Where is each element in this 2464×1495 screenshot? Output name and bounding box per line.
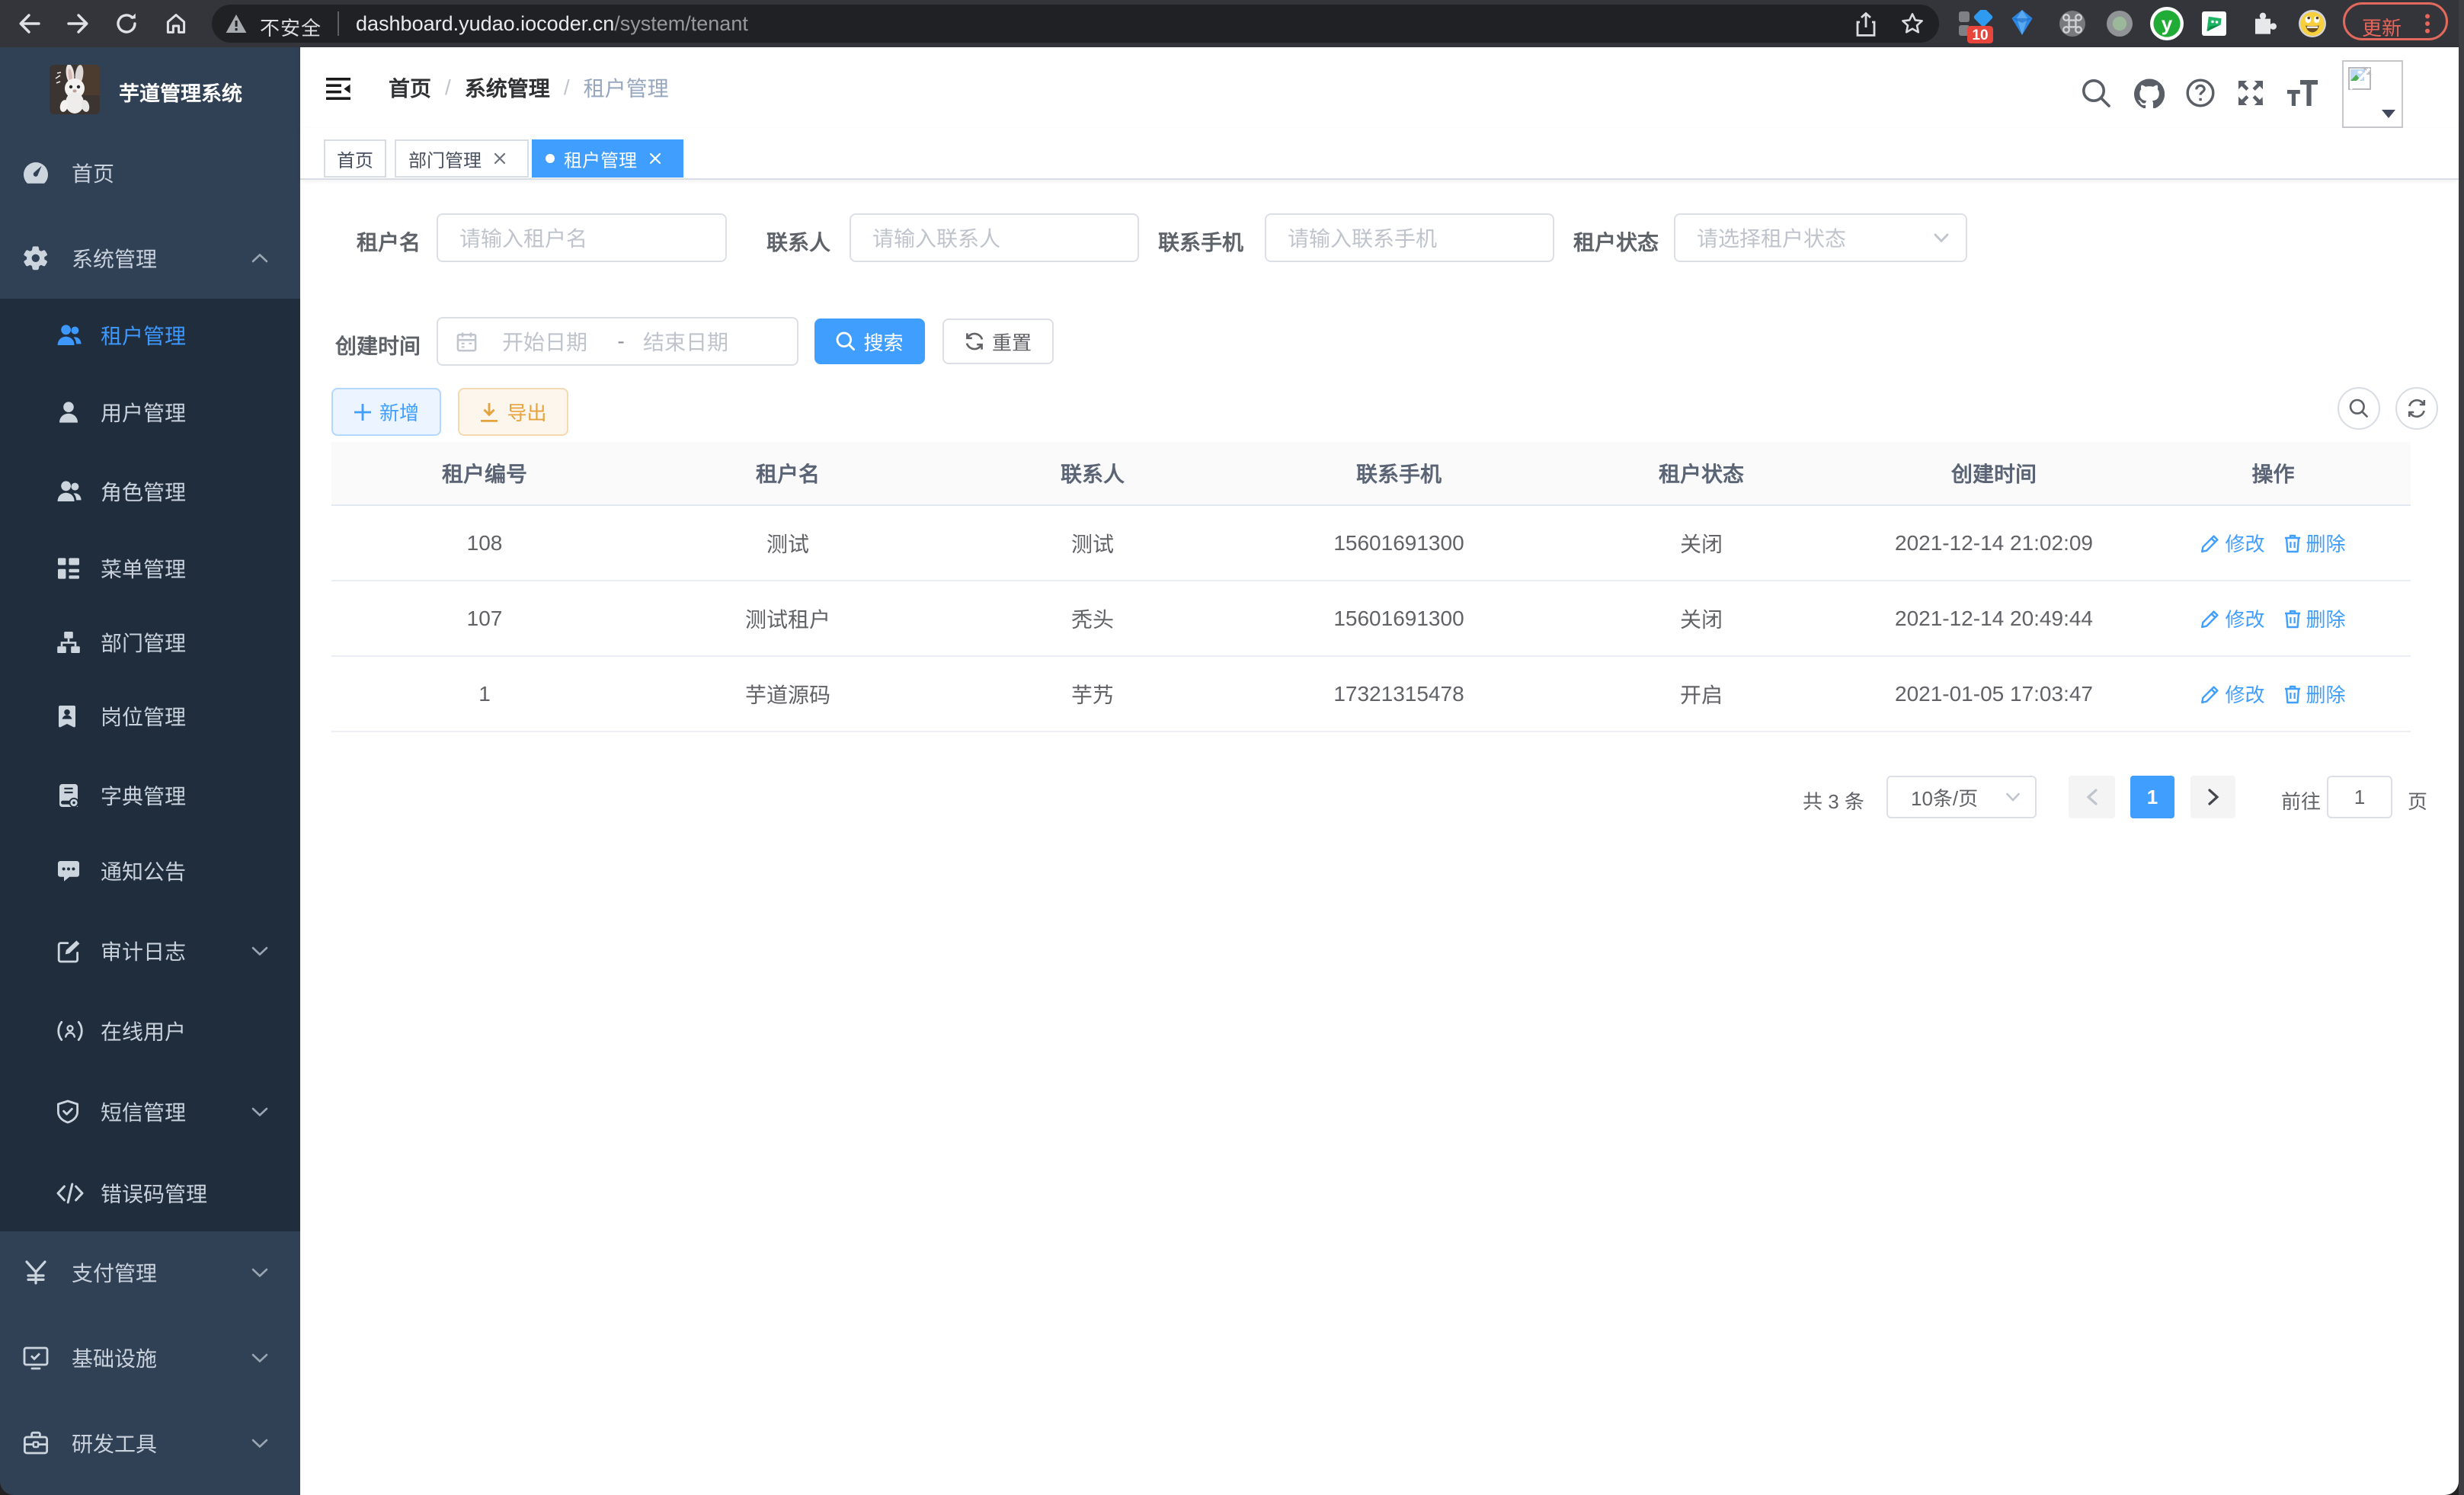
svg-text:10: 10 xyxy=(1972,27,1988,43)
svg-text:y: y xyxy=(2162,12,2173,35)
